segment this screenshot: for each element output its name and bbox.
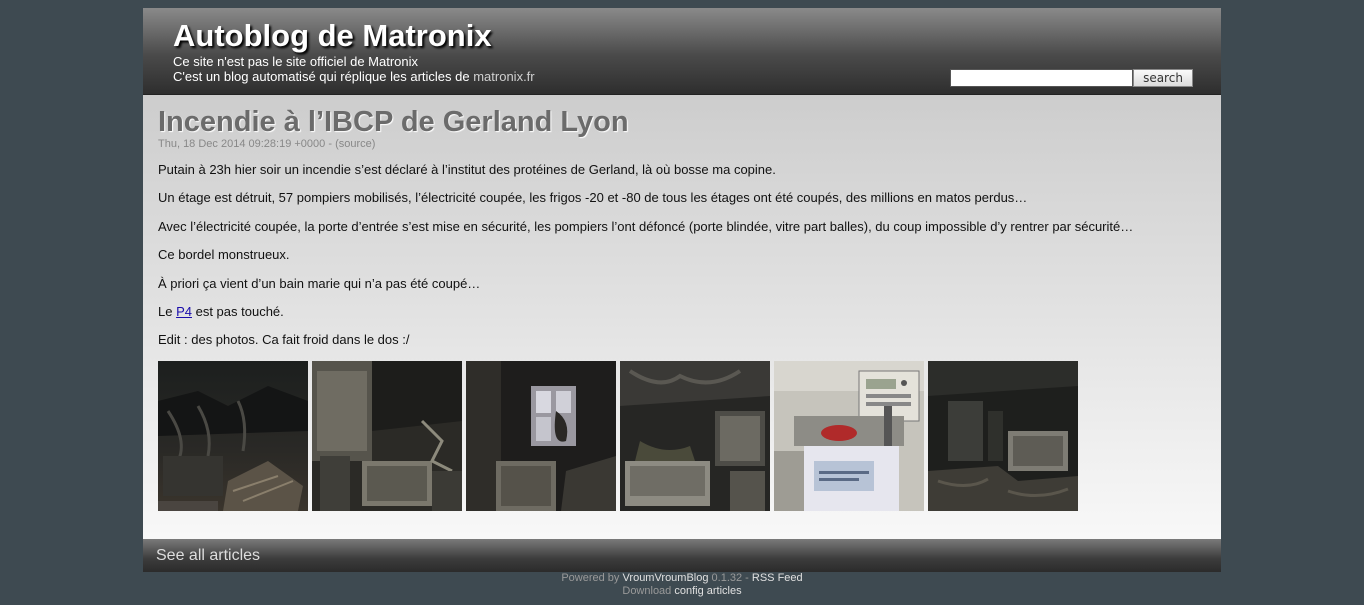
fire-photo-thumbnail[interactable] (928, 361, 1078, 511)
article-date: Thu, 18 Dec 2014 09:28:19 +0000 - (158, 138, 336, 150)
page-container: Autoblog de Matronix Ce site n'est pas l… (143, 8, 1221, 572)
download-line: Download config articles (0, 585, 1364, 598)
search-form: search (950, 69, 1193, 87)
article-paragraph: À priori ça vient d’un bain marie qui n’… (158, 276, 481, 291)
fire-photo-thumbnail[interactable] (312, 361, 462, 511)
site-header: Autoblog de Matronix Ce site n'est pas l… (143, 8, 1221, 95)
site-title[interactable]: Autoblog de Matronix (173, 18, 492, 54)
powered-by-label: Powered by (561, 572, 623, 584)
site-description: C'est un blog automatisé qui réplique le… (173, 69, 535, 84)
rss-feed-link[interactable]: RSS Feed (752, 572, 803, 584)
version-label: 0.1.32 - (708, 572, 752, 584)
photo-gallery (158, 361, 1078, 511)
vroumvroumblog-link[interactable]: VroumVroumBlog (622, 572, 708, 584)
paragraph-text: est pas touché. (191, 304, 284, 319)
article-paragraph: Le P4 est pas touché. (158, 304, 284, 320)
footer-bar: See all articles (143, 539, 1221, 572)
article-paragraph: Ce bordel monstrueux. (158, 247, 290, 262)
see-all-articles-link[interactable]: See all articles (156, 547, 260, 565)
fire-photo-thumbnail[interactable] (158, 361, 308, 511)
powered-by-line: Powered by VroumVroumBlog 0.1.32 - RSS F… (0, 572, 1364, 585)
article-paragraph: Edit : des photos. Ca fait froid dans le… (158, 332, 410, 347)
article-paragraph: Un étage est détruit, 57 pompiers mobili… (158, 190, 1028, 205)
site-disclaimer: Ce site n'est pas le site officiel de Ma… (173, 54, 419, 69)
paragraph-text: Le (158, 304, 177, 319)
site-description-text: C'est un blog automatisé qui réplique le… (173, 69, 474, 84)
source-site-link[interactable]: matronix.fr (473, 69, 534, 84)
download-label: Download (622, 585, 675, 597)
article-paragraph: Avec l’électricité coupée, la porte d’en… (158, 219, 1134, 234)
p4-link[interactable]: P4 (176, 304, 192, 319)
article: Incendie à l’IBCP de Gerland Lyon Thu, 1… (143, 95, 1221, 539)
search-input[interactable] (950, 69, 1133, 87)
article-title[interactable]: Incendie à l’IBCP de Gerland Lyon (158, 105, 629, 139)
download-articles-link[interactable]: articles (707, 585, 742, 597)
search-button[interactable]: search (1133, 69, 1193, 87)
credits: Powered by VroumVroumBlog 0.1.32 - RSS F… (0, 572, 1364, 598)
fire-photo-thumbnail[interactable] (466, 361, 616, 511)
article-paragraph: Putain à 23h hier soir un incendie s’est… (158, 162, 776, 177)
article-meta: Thu, 18 Dec 2014 09:28:19 +0000 - (sourc… (158, 138, 375, 150)
download-config-link[interactable]: config (674, 585, 703, 597)
article-source-link[interactable]: (source) (335, 138, 375, 150)
fire-photo-thumbnail[interactable] (774, 361, 924, 511)
fire-photo-thumbnail[interactable] (620, 361, 770, 511)
